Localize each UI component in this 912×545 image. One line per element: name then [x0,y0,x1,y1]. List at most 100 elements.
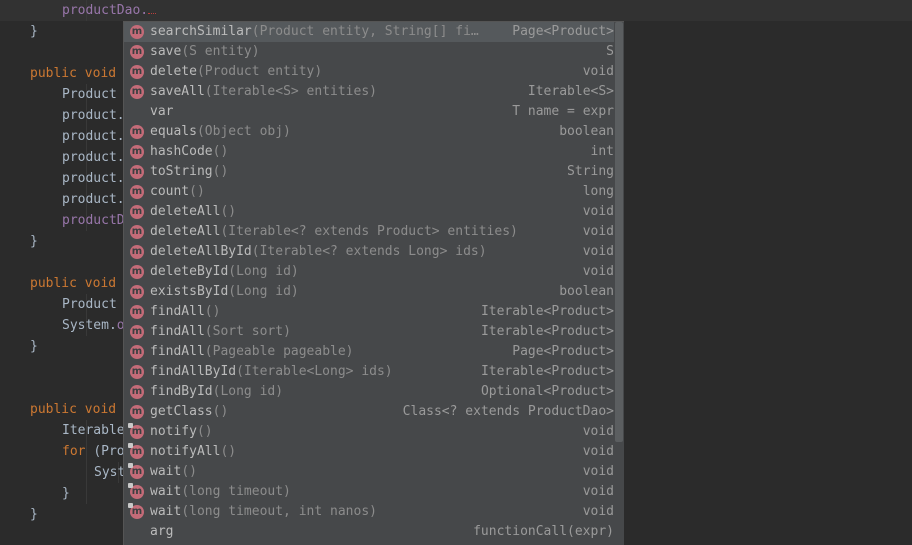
completion-item[interactable]: m deleteAllById(Iterable<? extends Long> … [124,242,614,262]
method-params: (Long id) [228,264,299,279]
code-line[interactable]: Syst [94,462,125,483]
code-line[interactable]: product. [62,126,125,147]
method-params: (Long id) [228,284,299,299]
completion-item[interactable]: m findAll(Pageable pageable) Page<Product> [124,342,614,362]
return-type: Class<? extends ProductDao> [402,404,614,419]
completion-item[interactable]: arg functionCall(expr) [124,522,614,542]
completion-item[interactable]: m findAll(Sort sort) Iterable<Product> [124,322,614,342]
code-line[interactable]: productDao. [62,0,157,21]
method-icon: m [130,225,144,239]
completion-popup[interactable]: m searchSimilar(Product entity, String[] … [123,21,624,545]
method-params: (Iterable<? extends Product> entities) [220,224,518,239]
code-token: } [30,339,38,354]
code-line[interactable]: } [30,21,38,42]
code-line[interactable]: product. [62,147,125,168]
method-name: var [150,104,174,119]
return-type: void [582,224,614,239]
completion-item[interactable]: m deleteAll(Iterable<? extends Product> e… [124,222,614,242]
code-token: public void [30,66,124,81]
completion-item-signature: findAll(Sort sort) [150,322,291,342]
code-token: product. [62,171,125,186]
completion-item[interactable]: m searchSimilar(Product entity, String[] … [124,22,614,42]
completion-item[interactable]: m deleteAll() void [124,202,614,222]
method-name: findAll [150,324,205,339]
code-line[interactable]: product. [62,189,125,210]
method-params: () [212,164,229,179]
code-token: productDao. [62,3,149,18]
code-line[interactable]: public void [30,63,124,84]
completion-item[interactable]: m notifyAll() void [124,442,614,462]
code-line[interactable]: } [30,336,38,357]
completion-item[interactable]: m wait(long timeout, int nanos) void [124,502,614,522]
method-name: delete [150,64,197,79]
completion-item[interactable]: m save(S entity) S [124,42,614,62]
code-line[interactable]: public void [30,273,124,294]
completion-item-signature: arg [150,522,173,542]
method-icon: m [130,205,144,219]
code-line[interactable]: product. [62,168,125,189]
method-icon: m [130,405,144,419]
method-params: () [189,184,205,199]
return-type: int [590,144,614,159]
completion-item[interactable]: m count() long [124,182,614,202]
code-token: productD [62,213,125,228]
completion-item-signature: wait(long timeout) [150,482,291,502]
code-line[interactable]: Product [62,294,125,315]
method-params: () [212,144,229,159]
completion-item-signature: saveAll(Iterable<S> entities) [150,82,377,102]
code-token: Product [62,87,125,102]
completion-item-signature: notify() [150,422,213,442]
method-params: () [181,464,197,479]
completion-item-signature: deleteAll() [150,202,236,222]
completion-item[interactable]: m deleteById(Long id) void [124,262,614,282]
code-line[interactable]: productD [62,210,125,231]
completion-item[interactable]: m hashCode() int [124,142,614,162]
code-line[interactable]: System.o [62,315,125,336]
completion-item[interactable]: var T name = expr [124,102,614,122]
completion-item-signature: existsById(Long id) [150,282,299,302]
return-type: void [582,64,614,79]
return-type: void [582,484,614,499]
code-line[interactable]: } [62,483,70,504]
method-name: count [150,184,190,199]
completion-item-signature: var [150,102,173,122]
return-type: void [582,424,614,439]
method-params: (Iterable<Long> ids) [236,364,393,379]
completion-item[interactable]: m wait() void [124,462,614,482]
completion-item[interactable]: m delete(Product entity) void [124,62,614,82]
return-type: void [582,464,614,479]
code-line[interactable]: Iterable [62,420,125,441]
completion-item-signature: searchSimilar(Product entity, String[] f… [150,22,479,42]
completion-item[interactable]: m notify() void [124,422,614,442]
completion-item[interactable]: m saveAll(Iterable<S> entities) Iterable<S… [124,82,614,102]
method-name: deleteById [150,264,229,279]
return-type: S [606,44,614,59]
method-name: hashCode [150,144,213,159]
method-name: searchSimilar [150,24,252,39]
completion-scrollbar[interactable] [615,22,623,442]
method-name: wait [150,504,182,519]
final-method-icon: m [128,423,144,439]
method-icon: m [130,345,144,359]
code-line[interactable]: } [30,231,38,252]
method-icon: m [130,285,144,299]
final-method-icon: m [128,443,144,459]
completion-item-signature: deleteAll(Iterable<? extends Product> en… [150,222,518,242]
completion-item[interactable]: m getClass() Class<? extends ProductDao> [124,402,614,422]
method-icon: m [130,385,144,399]
code-line[interactable]: product. [62,105,125,126]
completion-item[interactable]: m findById(Long id) Optional<Product> [124,382,614,402]
completion-item[interactable]: m findAllById(Iterable<Long> ids) Iterable… [124,362,614,382]
code-line[interactable]: } [30,504,38,525]
completion-item[interactable]: m wait(long timeout) void [124,482,614,502]
code-line[interactable]: Product [62,84,125,105]
completion-item[interactable]: m existsById(Long id) boolean [124,282,614,302]
completion-item[interactable]: m toString() String [124,162,614,182]
completion-item[interactable]: m equals(Object obj) boolean [124,122,614,142]
method-params: (Product entity) [196,64,323,79]
final-method-icon: m [128,503,144,519]
code-token: } [30,507,38,522]
code-line[interactable]: for (Pro [62,441,125,462]
completion-item[interactable]: m findAll() Iterable<Product> [124,302,614,322]
code-line[interactable]: public void [30,399,124,420]
